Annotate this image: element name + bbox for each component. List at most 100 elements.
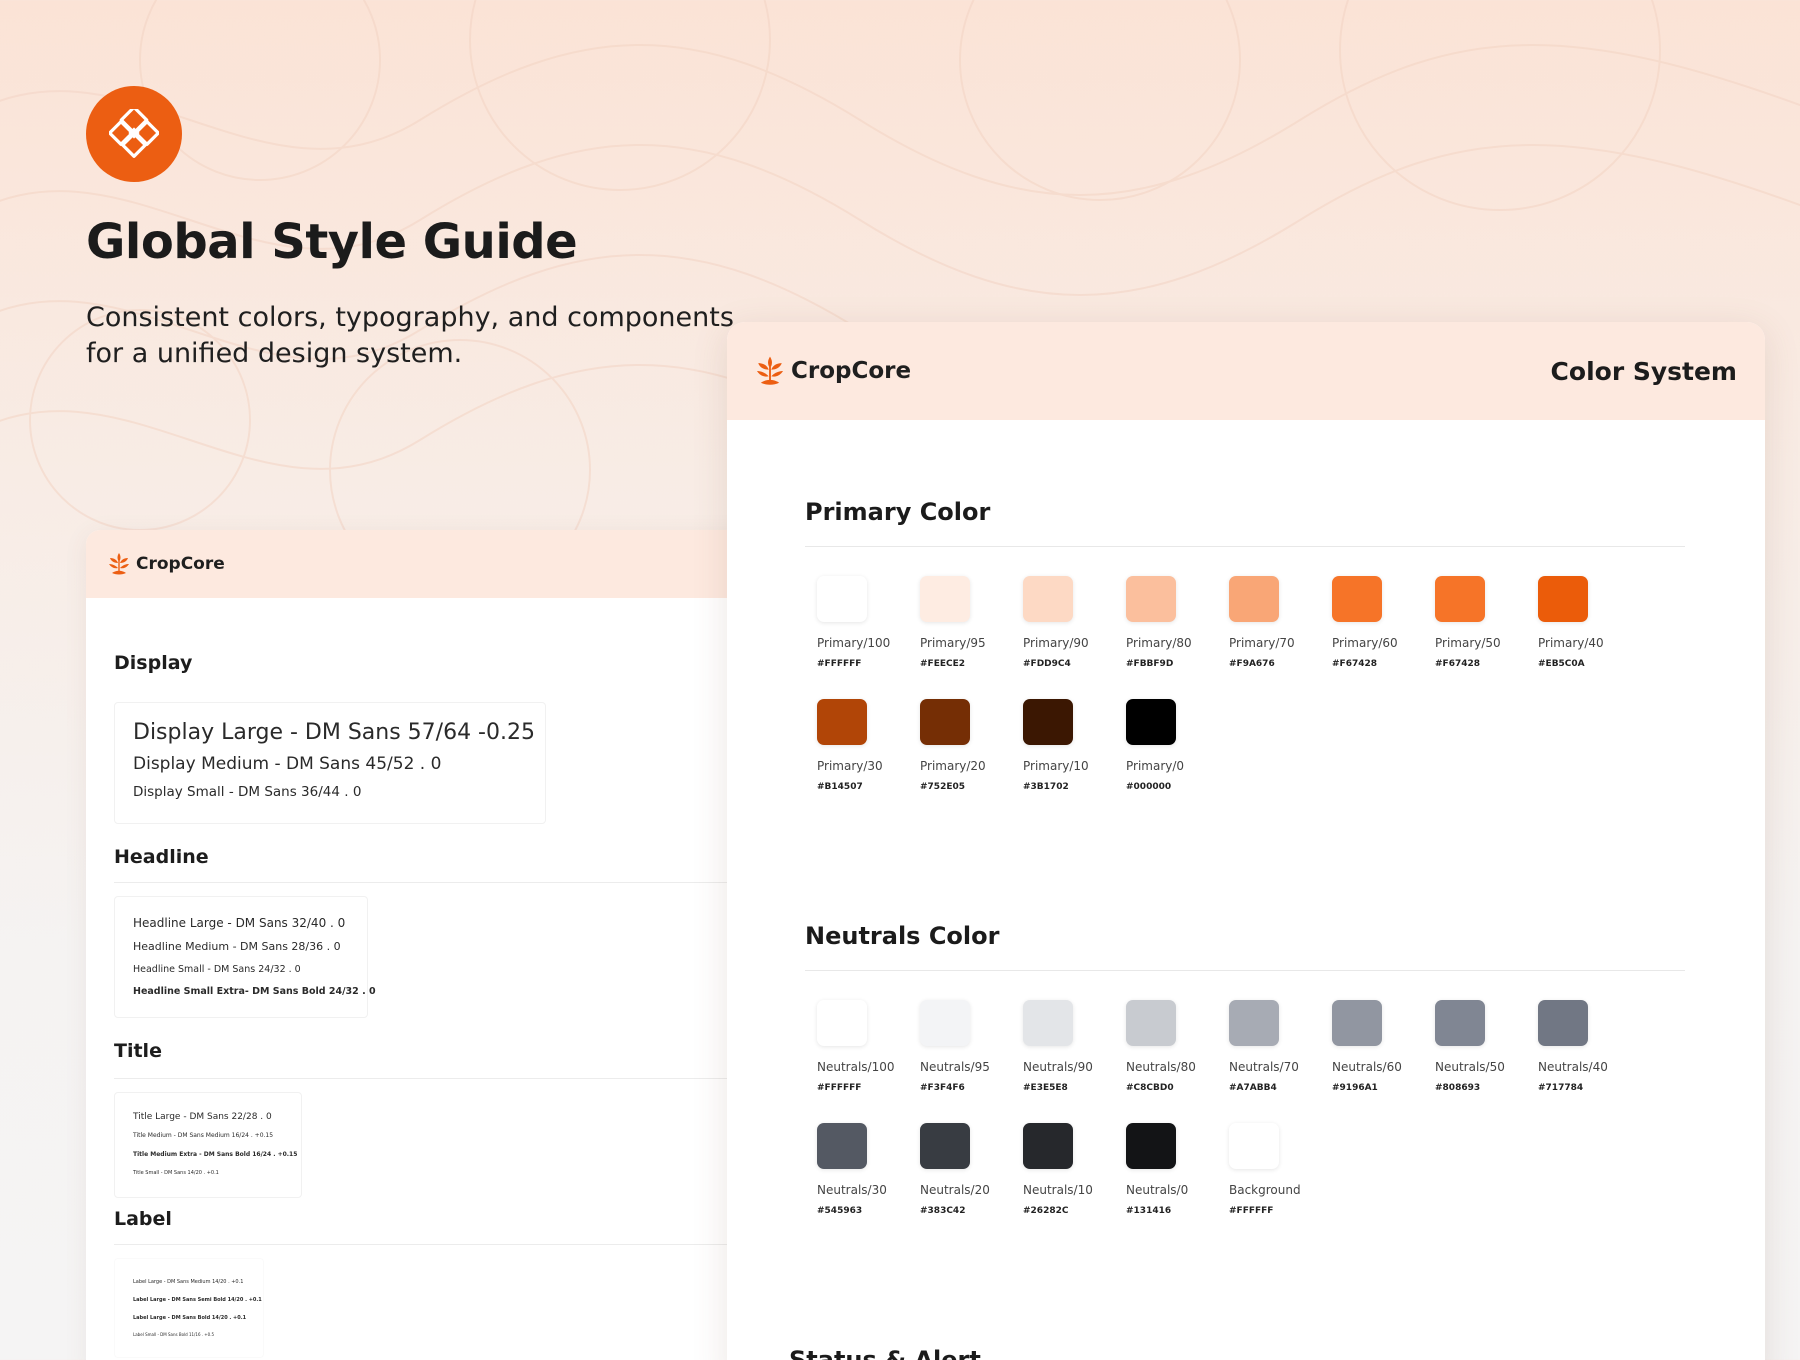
swatch-hex: #26282C: [1023, 1206, 1069, 1216]
title-section: Title: [114, 1040, 162, 1062]
color-swatch: Background #FFFFFF: [1229, 1123, 1332, 1216]
headline-small-extra-sample: Headline Small Extra- DM Sans Bold 24/32…: [133, 986, 376, 997]
swatch-chip: [1023, 1000, 1073, 1046]
swatch-hex: #B14507: [817, 782, 863, 792]
page-subtitle: Consistent colors, typography, and compo…: [86, 302, 734, 369]
swatch-chip: [920, 576, 970, 622]
swatch-hex: #E3E5E8: [1023, 1083, 1068, 1093]
swatch-hex: #383C42: [920, 1206, 966, 1216]
swatch-name: Neutrals/30: [817, 1183, 887, 1197]
swatch-name: Neutrals/10: [1023, 1183, 1093, 1197]
swatch-chip: [1229, 1000, 1279, 1046]
swatch-hex: #808693: [1435, 1083, 1481, 1093]
color-swatch: Neutrals/0 #131416: [1126, 1123, 1229, 1216]
label-divider: [114, 1244, 786, 1245]
swatch-name: Background: [1229, 1183, 1301, 1197]
color-swatch: Primary/40 #EB5C0A: [1538, 576, 1641, 669]
color-swatch: Primary/20 #752E05: [920, 699, 1023, 792]
swatch-hex: #F67428: [1435, 659, 1480, 669]
typography-card: CropCore Display Display Large - DM Sans…: [86, 530, 786, 1360]
swatch-hex: #A7ABB4: [1229, 1083, 1277, 1093]
color-swatch: Neutrals/10 #26282C: [1023, 1123, 1126, 1216]
color-swatch: Primary/60 #F67428: [1332, 576, 1435, 669]
title-small-sample: Title Small - DM Sans 14/20 . +0.1: [133, 1170, 219, 1176]
display-medium-sample: Display Medium - DM Sans 45/52 . 0: [133, 754, 442, 774]
cropcore-leaf-icon: [109, 553, 129, 575]
color-swatch: Neutrals/95 #F3F4F6: [920, 1000, 1023, 1093]
color-swatch: Primary/80 #FBBF9D: [1126, 576, 1229, 669]
label-section: Label: [114, 1208, 172, 1230]
swatch-name: Primary/30: [817, 759, 883, 773]
swatch-chip: [920, 1123, 970, 1169]
swatch-chip: [1023, 576, 1073, 622]
title-divider: [114, 1078, 786, 1079]
swatch-chip: [1332, 576, 1382, 622]
primary-divider: [805, 546, 1685, 547]
title-medium-sample: Title Medium - DM Sans Medium 16/24 . +0…: [133, 1132, 274, 1139]
title-medium-extra-sample: Title Medium Extra - DM Sans Bold 16/24 …: [133, 1151, 298, 1158]
brand: CropCore: [753, 354, 911, 388]
color-swatch: Neutrals/40 #717784: [1538, 1000, 1641, 1093]
swatch-name: Neutrals/95: [920, 1060, 990, 1074]
swatch-hex: #FFFFFF: [1229, 1206, 1274, 1216]
swatch-chip: [1023, 1123, 1073, 1169]
swatch-chip: [1126, 1123, 1176, 1169]
title-heading: Title: [114, 1040, 162, 1062]
neutrals-swatch-grid: Neutrals/100 #FFFFFF Neutrals/95 #F3F4F6 Neu…: [817, 1000, 1647, 1216]
swatch-name: Primary/95: [920, 636, 986, 650]
color-swatch: Primary/30 #B14507: [817, 699, 920, 792]
swatch-name: Neutrals/90: [1023, 1060, 1093, 1074]
diamond-logo-icon: [109, 109, 159, 158]
title-samples: Title Large - DM Sans 22/28 . 0 Title Me…: [114, 1092, 302, 1198]
swatch-name: Primary/90: [1023, 636, 1089, 650]
color-swatch: Primary/70 #F9A676: [1229, 576, 1332, 669]
hero-logo: [86, 86, 182, 182]
color-swatch: Primary/95 #FEECE2: [920, 576, 1023, 669]
swatch-hex: #F3F4F6: [920, 1083, 965, 1093]
swatch-name: Primary/0: [1126, 759, 1185, 773]
label-samples: Label Large - DM Sans Medium 14/20 . +0.…: [114, 1258, 264, 1358]
swatch-name: Neutrals/40: [1538, 1060, 1608, 1074]
swatch-chip: [1126, 576, 1176, 622]
headline-small-sample: Headline Small - DM Sans 24/32 . 0: [133, 964, 301, 975]
headline-large-sample: Headline Large - DM Sans 32/40 . 0: [133, 916, 346, 930]
swatch-hex: #C8CBD0: [1126, 1083, 1174, 1093]
swatch-hex: #545963: [817, 1206, 863, 1216]
color-swatch: Primary/10 #3B1702: [1023, 699, 1126, 792]
swatch-chip: [1538, 576, 1588, 622]
color-swatch: Primary/100 #FFFFFF: [817, 576, 920, 669]
swatch-chip: [817, 699, 867, 745]
headline-section: Headline: [114, 846, 209, 868]
swatch-name: Primary/80: [1126, 636, 1192, 650]
swatch-hex: #717784: [1538, 1083, 1584, 1093]
swatch-chip: [817, 576, 867, 622]
swatch-hex: #FBBF9D: [1126, 659, 1174, 669]
color-swatch: Primary/90 #FDD9C4: [1023, 576, 1126, 669]
label-small-sample: Label Small - DM Sans Bold 11/16 . +0.5: [133, 1332, 215, 1337]
color-swatch: Neutrals/30 #545963: [817, 1123, 920, 1216]
color-swatch: Neutrals/70 #A7ABB4: [1229, 1000, 1332, 1093]
swatch-name: Neutrals/0: [1126, 1183, 1189, 1197]
color-swatch: Primary/0 #000000: [1126, 699, 1229, 792]
label-large-semibold-sample: Label Large - DM Sans Semi Bold 14/20 . …: [133, 1297, 262, 1303]
swatch-name: Primary/60: [1332, 636, 1398, 650]
color-swatch: Neutrals/50 #808693: [1435, 1000, 1538, 1093]
status-alert-heading: Status & Alert: [789, 1346, 981, 1360]
swatch-chip: [1229, 1123, 1279, 1169]
color-swatch: Neutrals/60 #9196A1: [1332, 1000, 1435, 1093]
swatch-name: Primary/70: [1229, 636, 1295, 650]
swatch-hex: #FEECE2: [920, 659, 965, 669]
color-swatch: Neutrals/20 #383C42: [920, 1123, 1023, 1216]
title-large-sample: Title Large - DM Sans 22/28 . 0: [133, 1112, 272, 1122]
swatch-hex: #9196A1: [1332, 1083, 1378, 1093]
swatch-chip: [817, 1000, 867, 1046]
display-small-sample: Display Small - DM Sans 36/44 . 0: [133, 784, 362, 800]
swatch-chip: [817, 1123, 867, 1169]
swatch-hex: #FFFFFF: [817, 1083, 862, 1093]
swatch-name: Neutrals/60: [1332, 1060, 1402, 1074]
primary-swatch-grid: Primary/100 #FFFFFF Primary/95 #FEECE2 Prima…: [817, 576, 1647, 792]
color-swatch: Neutrals/90 #E3E5E8: [1023, 1000, 1126, 1093]
label-heading: Label: [114, 1208, 172, 1230]
swatch-hex: #F67428: [1332, 659, 1377, 669]
swatch-name: Primary/50: [1435, 636, 1501, 650]
